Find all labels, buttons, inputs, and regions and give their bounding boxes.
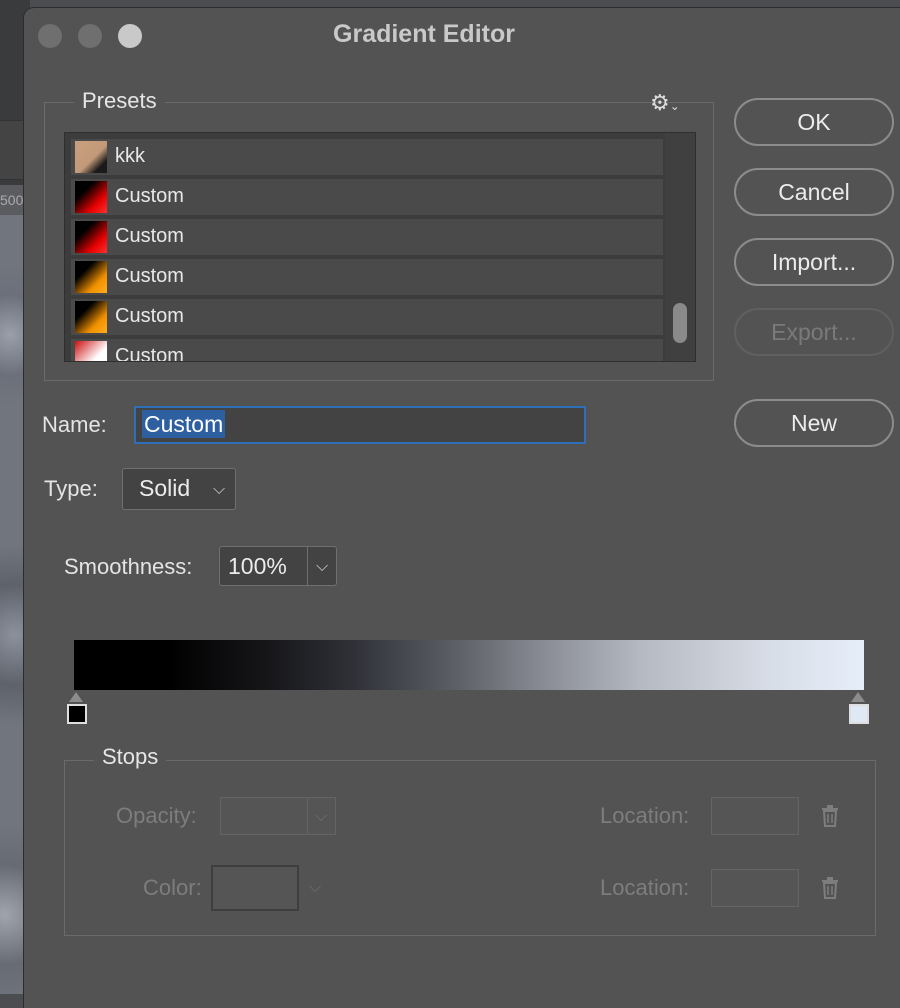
stops-group bbox=[64, 760, 876, 936]
chevron-down-icon[interactable]: ⌵ bbox=[309, 879, 321, 897]
presets-list[interactable]: kkk Custom Custom Custom Custom Custom bbox=[64, 132, 696, 362]
type-label: Type: bbox=[44, 476, 98, 501]
ok-button[interactable]: OK bbox=[734, 98, 894, 146]
preset-item[interactable]: Custom bbox=[71, 339, 663, 362]
location-label-opacity: Location: bbox=[600, 803, 690, 828]
name-input[interactable]: Custom bbox=[134, 406, 586, 444]
opacity-divider bbox=[307, 798, 308, 834]
preset-item[interactable]: Custom bbox=[71, 219, 663, 255]
preset-item[interactable]: Custom bbox=[71, 299, 663, 335]
cancel-button[interactable]: Cancel bbox=[734, 168, 894, 216]
dialog-title: Gradient Editor bbox=[333, 20, 515, 48]
opacity-input[interactable]: ⌵ bbox=[220, 797, 336, 835]
preset-item[interactable]: Custom bbox=[71, 179, 663, 215]
preset-label: Custom bbox=[115, 185, 184, 207]
presets-scrollbar[interactable] bbox=[665, 133, 695, 361]
location-label-color: Location: bbox=[600, 875, 690, 900]
chevron-down-icon[interactable]: ⌵ bbox=[315, 808, 327, 826]
name-input-value: Custom bbox=[142, 410, 226, 438]
preset-swatch bbox=[75, 261, 107, 293]
gradient-preview-bar[interactable] bbox=[74, 640, 864, 690]
preset-item[interactable]: kkk bbox=[71, 139, 663, 175]
opacity-stop-left bbox=[69, 692, 83, 702]
preset-label: kkk bbox=[115, 145, 145, 167]
opacity-label: Opacity: bbox=[116, 803, 197, 828]
delete-opacity-stop-icon[interactable] bbox=[821, 805, 839, 827]
preset-swatch bbox=[75, 341, 107, 361]
preset-label: Custom bbox=[115, 305, 184, 327]
color-swatch-input[interactable] bbox=[211, 865, 299, 911]
preset-swatch bbox=[75, 141, 107, 173]
preset-label: Custom bbox=[115, 345, 184, 362]
chevron-down-icon[interactable]: ⌵ bbox=[316, 558, 328, 576]
preset-swatch bbox=[75, 221, 107, 253]
smoothness-divider bbox=[307, 547, 308, 585]
stops-legend: Stops bbox=[94, 744, 167, 770]
preset-swatch bbox=[75, 301, 107, 333]
import-button[interactable]: Import... bbox=[734, 238, 894, 286]
color-stop-right[interactable] bbox=[849, 704, 869, 724]
presets-legend: Presets bbox=[74, 88, 165, 114]
preset-item[interactable]: Custom bbox=[71, 259, 663, 295]
presets-gear-icon[interactable]: ⚙⌄ bbox=[650, 90, 680, 116]
opacity-stop-right bbox=[851, 692, 865, 702]
export-button[interactable]: Export... bbox=[734, 308, 894, 356]
smoothness-input[interactable]: 100% ⌵ bbox=[219, 546, 337, 586]
color-label: Color: bbox=[143, 875, 202, 900]
new-button[interactable]: New bbox=[734, 399, 894, 447]
location-input-opacity[interactable] bbox=[711, 797, 799, 835]
title-bar: Gradient Editor bbox=[24, 8, 900, 64]
name-label: Name: bbox=[42, 412, 107, 437]
smoothness-label: Smoothness: bbox=[64, 554, 193, 579]
smoothness-value: 100% bbox=[228, 553, 287, 579]
color-stop-left[interactable] bbox=[67, 704, 87, 724]
delete-color-stop-icon[interactable] bbox=[821, 877, 839, 899]
location-input-color[interactable] bbox=[711, 869, 799, 907]
type-select-value: Solid bbox=[139, 475, 191, 501]
preset-swatch bbox=[75, 181, 107, 213]
type-select[interactable]: Solid ⌵ bbox=[122, 468, 236, 510]
preset-label: Custom bbox=[115, 225, 184, 247]
chevron-down-icon: ⌵ bbox=[213, 481, 226, 498]
preset-label: Custom bbox=[115, 265, 184, 287]
scrollbar-thumb[interactable] bbox=[673, 303, 687, 343]
